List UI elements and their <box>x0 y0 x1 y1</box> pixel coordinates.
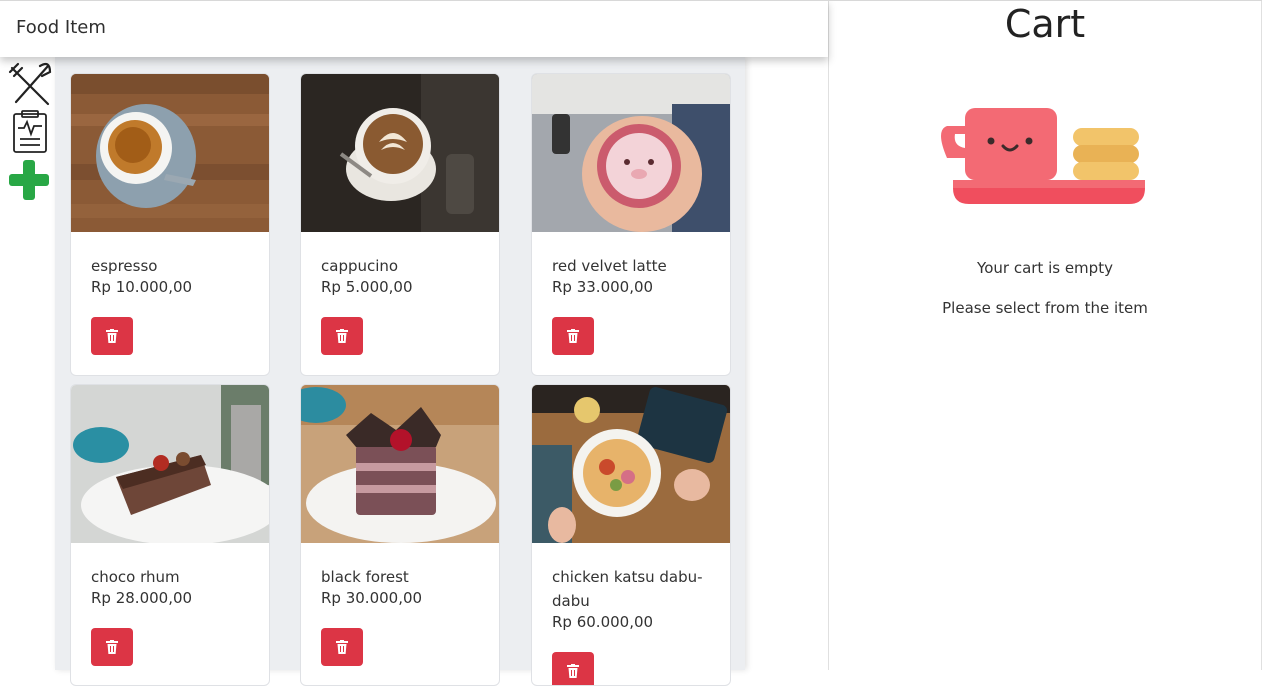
food-card[interactable]: chicken katsu dabu-dabu Rp 60.000,00 <box>531 384 731 686</box>
delete-button[interactable] <box>91 317 133 355</box>
item-price: Rp 5.000,00 <box>321 278 413 296</box>
item-price: Rp 33.000,00 <box>552 278 654 296</box>
black-forest-image <box>301 385 499 543</box>
add-icon[interactable] <box>6 158 54 202</box>
delete-button[interactable] <box>552 317 594 355</box>
food-card[interactable]: black forest Rp 30.000,00 <box>300 384 500 686</box>
espresso-image <box>71 74 269 232</box>
clipboard-report-icon[interactable] <box>6 110 54 154</box>
food-card[interactable]: espresso Rp 10.000,00 <box>70 73 270 376</box>
page-header: Food Item <box>0 0 828 57</box>
utensils-icon[interactable] <box>6 62 54 106</box>
delete-button[interactable] <box>552 652 594 685</box>
item-name: chicken katsu dabu-dabu <box>552 568 703 610</box>
cappucino-image <box>301 74 499 232</box>
item-name: black forest <box>321 568 409 586</box>
food-card[interactable]: choco rhum Rp 28.000,00 <box>70 384 270 686</box>
trash-icon <box>567 329 579 343</box>
red-velvet-latte-image <box>532 74 730 232</box>
item-name: choco rhum <box>91 568 180 586</box>
top-border <box>0 0 1262 1</box>
trash-icon <box>106 640 118 654</box>
cart-panel: Cart Your cart is empty Please select fr… <box>828 0 1262 670</box>
trash-icon <box>336 329 348 343</box>
page-title: Food Item <box>16 17 106 38</box>
trash-icon <box>567 664 579 678</box>
delete-button[interactable] <box>91 628 133 666</box>
item-name: cappucino <box>321 257 399 275</box>
food-card[interactable]: cappucino Rp 5.000,00 <box>300 73 500 376</box>
choco-rhum-image <box>71 385 269 543</box>
item-price: Rp 30.000,00 <box>321 589 423 607</box>
trash-icon <box>336 640 348 654</box>
cart-hint: Please select from the item <box>942 299 1148 317</box>
item-name: red velvet latte <box>552 257 667 275</box>
chicken-katsu-image <box>532 385 730 543</box>
cart-title: Cart <box>1004 2 1086 46</box>
item-price: Rp 28.000,00 <box>91 589 193 607</box>
sidebar <box>6 62 56 206</box>
item-name: espresso <box>91 257 158 275</box>
food-card[interactable]: red velvet latte Rp 33.000,00 <box>531 73 731 376</box>
item-price: Rp 60.000,00 <box>552 613 654 631</box>
trash-icon <box>106 329 118 343</box>
delete-button[interactable] <box>321 317 363 355</box>
item-price: Rp 10.000,00 <box>91 278 193 296</box>
empty-cart-illustration <box>941 108 1145 204</box>
cart-empty-message: Your cart is empty <box>977 259 1113 277</box>
delete-button[interactable] <box>321 628 363 666</box>
